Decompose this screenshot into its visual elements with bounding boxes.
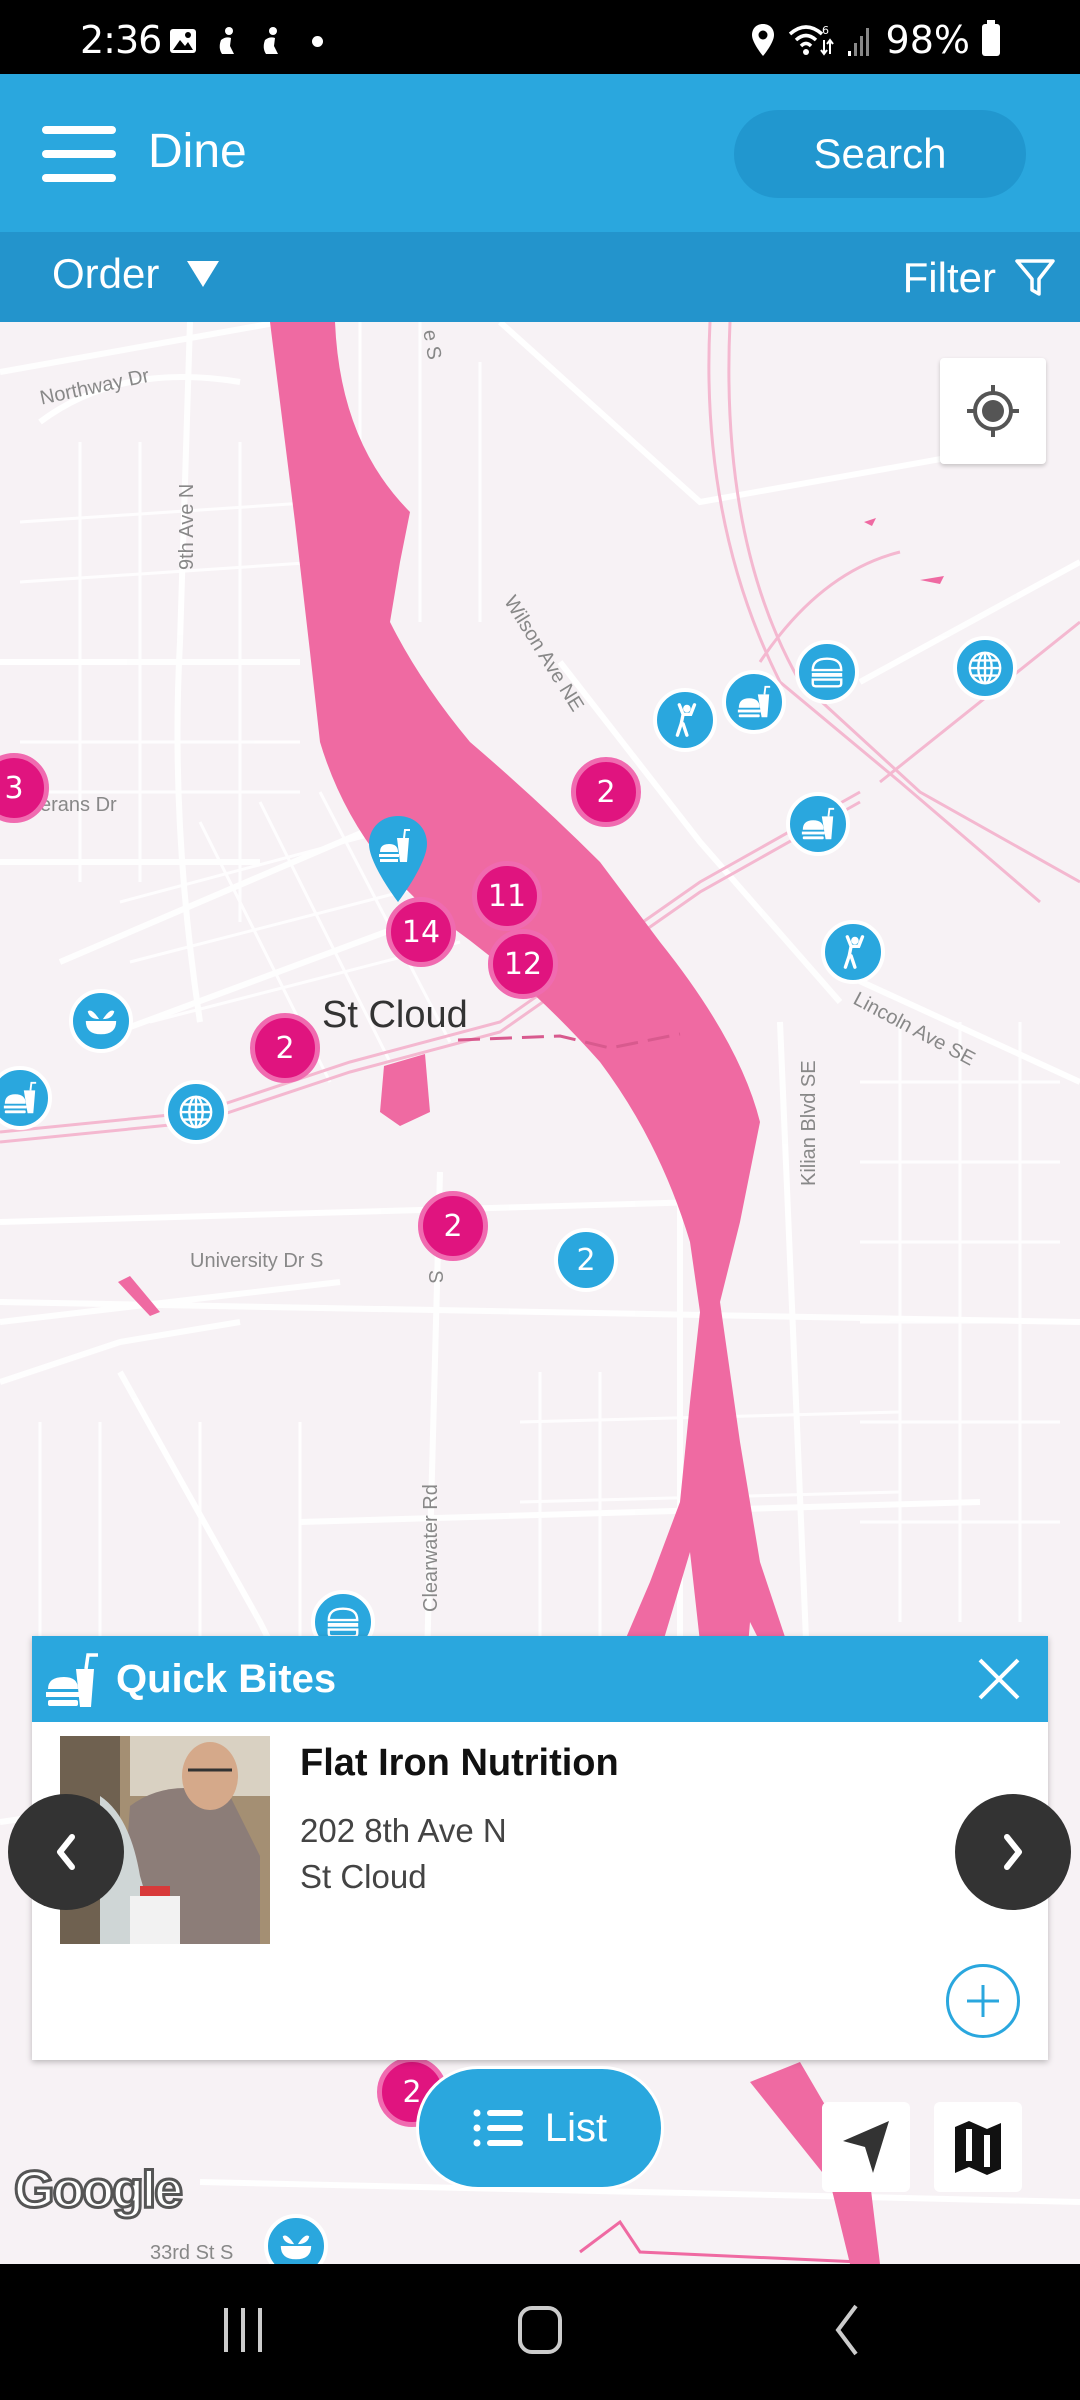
selected-location-pin-icon[interactable] xyxy=(367,814,429,904)
street-label: S xyxy=(424,1270,446,1284)
my-location-button[interactable] xyxy=(940,358,1046,464)
list-label: List xyxy=(544,2105,608,2150)
city-label: St Cloud xyxy=(322,994,468,1036)
globe-icon[interactable] xyxy=(953,636,1017,700)
street-label: Kilian Blvd SE xyxy=(798,1060,820,1186)
cluster-marker-blue[interactable]: 2 xyxy=(554,1228,618,1292)
place-name[interactable]: Flat Iron Nutrition xyxy=(300,1742,619,1785)
status-bar: 2:36 6 98% xyxy=(0,0,1080,74)
previous-place-button[interactable] xyxy=(8,1794,124,1910)
burger-icon[interactable] xyxy=(795,640,859,704)
cluster-marker[interactable]: 2 xyxy=(250,1013,320,1083)
street-label: University Dr S xyxy=(190,1250,324,1272)
cluster-marker[interactable]: 11 xyxy=(472,861,542,931)
recent-apps-icon[interactable] xyxy=(218,2300,268,2360)
street-label: Clearwater Rd xyxy=(420,1484,442,1612)
street-label: 33rd St S xyxy=(150,2242,234,2264)
list-view-button[interactable]: List xyxy=(416,2066,664,2190)
home-icon[interactable] xyxy=(514,2300,566,2360)
dance-icon[interactable] xyxy=(821,920,885,984)
filter-button[interactable]: Filter xyxy=(903,254,1056,302)
battery-percent: 98% xyxy=(885,18,970,62)
cluster-marker[interactable]: 2 xyxy=(571,757,641,827)
close-icon[interactable] xyxy=(976,1656,1022,1702)
google-logo: Google xyxy=(12,2160,184,2221)
card-category-title: Quick Bites xyxy=(116,1656,337,1701)
cluster-marker[interactable]: 2 xyxy=(418,1191,488,1261)
dance-icon[interactable] xyxy=(653,688,717,752)
page-title: Dine xyxy=(148,125,247,178)
street-label: erans Dr xyxy=(40,794,117,816)
quick-bites-category-icon xyxy=(46,1653,98,1707)
wifi-icon: 6 xyxy=(788,24,834,56)
system-nav-bar xyxy=(0,2264,1080,2400)
map-icon xyxy=(955,2121,1001,2175)
caret-down-icon xyxy=(187,261,220,287)
accessibility-icon xyxy=(219,27,234,54)
street-label: e S xyxy=(418,328,446,362)
chevron-left-icon xyxy=(57,1834,75,1870)
add-button[interactable] xyxy=(946,1964,1020,2038)
search-button[interactable]: Search xyxy=(734,110,1026,198)
globe-icon[interactable] xyxy=(164,1080,228,1144)
place-address: 202 8th Ave N St Cloud xyxy=(300,1808,507,1900)
fastfood-icon[interactable] xyxy=(722,670,786,734)
status-time: 2:36 xyxy=(80,18,162,62)
navigate-button[interactable] xyxy=(822,2102,910,2192)
filter-label: Filter xyxy=(902,254,996,301)
app-header: Dine Search xyxy=(0,74,1080,232)
order-dropdown[interactable]: Order xyxy=(52,250,220,298)
accessibility-icon xyxy=(263,27,278,54)
back-icon[interactable] xyxy=(826,2300,866,2360)
notification-dot xyxy=(312,35,323,47)
chevron-right-icon xyxy=(1004,1834,1022,1870)
toolbar: Order Filter xyxy=(0,232,1080,322)
list-icon xyxy=(473,2109,523,2147)
cluster-marker[interactable]: 14 xyxy=(386,897,456,967)
crosshair-icon xyxy=(967,385,1019,437)
map-type-button[interactable] xyxy=(934,2102,1022,2192)
cluster-marker[interactable]: 12 xyxy=(488,929,558,999)
address-line-1: 202 8th Ave N xyxy=(300,1812,507,1849)
filter-funnel-icon xyxy=(1015,259,1055,296)
place-info-card[interactable]: Quick Bites Flat Iron Nutrition 202 8th … xyxy=(32,1636,1048,2060)
gallery-icon xyxy=(170,29,196,53)
navigation-arrow-icon xyxy=(843,2121,889,2173)
order-label: Order xyxy=(52,250,160,297)
fastfood-icon[interactable] xyxy=(786,792,850,856)
salad-bowl-icon[interactable] xyxy=(69,989,133,1053)
address-line-2: St Cloud xyxy=(300,1858,427,1895)
street-label: 9th Ave N xyxy=(176,483,198,570)
location-icon xyxy=(751,24,774,56)
next-place-button[interactable] xyxy=(955,1794,1071,1910)
card-header: Quick Bites xyxy=(32,1636,1048,1722)
plus-icon xyxy=(967,1985,999,2017)
battery-icon xyxy=(982,20,1000,56)
svg-text:6: 6 xyxy=(822,24,829,37)
signal-icon xyxy=(847,28,869,56)
hamburger-menu-icon[interactable] xyxy=(42,126,116,182)
